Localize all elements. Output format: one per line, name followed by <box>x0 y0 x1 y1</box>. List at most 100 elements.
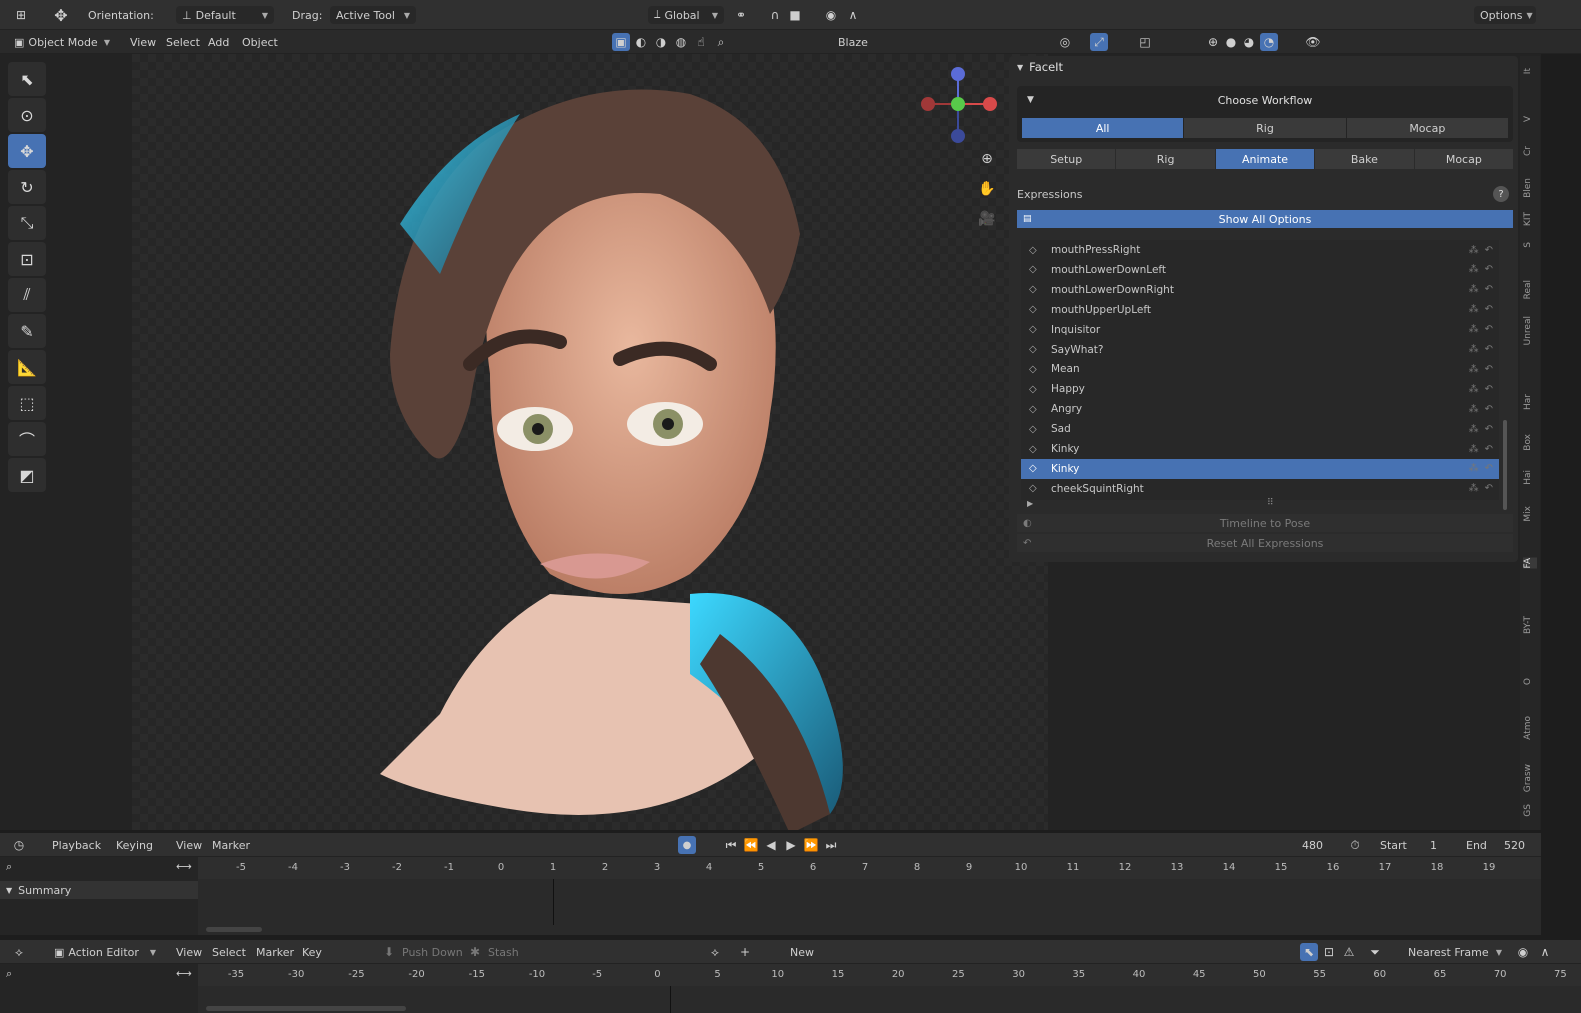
reset-expression-icon[interactable]: ↶ <box>1485 483 1493 494</box>
menu-timeline-view[interactable]: View <box>176 839 202 852</box>
expression-row[interactable]: ◇ mouthLowerDownLeft ⁂ ↶ <box>1021 260 1499 280</box>
reset-expression-icon[interactable]: ↶ <box>1485 463 1493 474</box>
xray-icon[interactable]: ◰ <box>1136 33 1154 51</box>
jump-start-icon[interactable]: ⏮ <box>722 836 740 854</box>
expression-row[interactable]: ◇ Sad ⁂ ↶ <box>1021 419 1499 439</box>
menu-playback[interactable]: Playback <box>52 839 101 852</box>
sidebar-tab[interactable]: V <box>1523 116 1537 122</box>
action-browse-icon[interactable]: ⟡ <box>706 943 724 961</box>
rendered-shading-icon[interactable]: ◔ <box>1260 33 1278 51</box>
list-expand-triangle-icon[interactable]: ▶ <box>1027 499 1033 508</box>
navigation-gizmo[interactable] <box>918 62 1002 146</box>
expression-row[interactable]: ◇ Kinky ⁂ ↶ <box>1021 458 1499 479</box>
animate-expression-icon[interactable]: ⁂ <box>1469 463 1479 474</box>
transform-tool-icon[interactable]: ⊡ <box>8 242 46 276</box>
animate-expression-icon[interactable]: ⁂ <box>1469 404 1479 415</box>
falloff-icon[interactable]: ∧ <box>1536 943 1554 961</box>
dopesheet-editor-icon[interactable]: ⟡ <box>10 943 28 961</box>
workflow-tab-mocap[interactable]: Mocap <box>1346 118 1508 138</box>
next-key-icon[interactable]: ⏩ <box>802 836 820 854</box>
measure-tool-icon[interactable]: 📐 <box>8 350 46 384</box>
swap-arrows-icon[interactable]: ⟷ <box>176 967 192 980</box>
tab-setup[interactable]: Setup <box>1017 149 1116 169</box>
reset-expression-icon[interactable]: ↶ <box>1485 444 1493 455</box>
cursor-tool-icon[interactable]: ⊙ <box>8 98 46 132</box>
sidebar-tab[interactable]: Har <box>1523 394 1537 410</box>
summary-row[interactable]: ▼ Summary <box>0 881 198 899</box>
eye-icon[interactable]: 👁 <box>1304 33 1322 51</box>
menu-ae-marker[interactable]: Marker <box>256 946 294 959</box>
new-action-button[interactable]: New <box>790 946 814 959</box>
sidebar-tab[interactable]: FA <box>1523 558 1537 569</box>
proportional-edit-icon[interactable]: ◉ <box>822 6 840 24</box>
reset-expression-icon[interactable]: ↶ <box>1485 245 1493 256</box>
push-down-icon[interactable]: ⬇ <box>380 943 398 961</box>
menu-ae-select[interactable]: Select <box>212 946 246 959</box>
sidebar-tab[interactable]: It <box>1523 68 1537 74</box>
select-box-icon[interactable]: ▣ <box>612 33 630 51</box>
snap-mode-dropdown[interactable]: Nearest Frame ▼ <box>1402 943 1508 961</box>
tab-mocap[interactable]: Mocap <box>1414 149 1514 169</box>
rotate-tool-icon[interactable]: ↻ <box>8 170 46 204</box>
sidebar-tab[interactable]: KIT <box>1523 212 1537 226</box>
wireframe-shading-icon[interactable]: ⊕ <box>1204 33 1222 51</box>
reset-expression-icon[interactable]: ↶ <box>1485 304 1493 315</box>
workflow-tab-all[interactable]: All <box>1022 118 1184 138</box>
reset-expression-icon[interactable]: ↶ <box>1485 424 1493 435</box>
reset-expression-icon[interactable]: ↶ <box>1485 324 1493 335</box>
list-resize-grip-icon[interactable]: ⠿ <box>1267 498 1274 508</box>
sidebar-tab[interactable]: GS <box>1523 804 1537 817</box>
brush-name[interactable]: Blaze <box>838 36 868 49</box>
reset-all-button[interactable]: ↶ Reset All Expressions <box>1017 534 1513 552</box>
expression-row[interactable]: ◇ Happy ⁂ ↶ <box>1021 379 1499 399</box>
smooth-brush-icon[interactable]: ◍ <box>672 33 690 51</box>
reset-expression-icon[interactable]: ↶ <box>1485 364 1493 375</box>
draw-tool-icon[interactable]: ✎ <box>8 314 46 348</box>
expression-row[interactable]: ◇ mouthLowerDownRight ⁂ ↶ <box>1021 280 1499 300</box>
expression-row[interactable]: ◇ mouthUpperUpLeft ⁂ ↶ <box>1021 300 1499 320</box>
menu-ae-key[interactable]: Key <box>302 946 322 959</box>
timeline-editor-icon[interactable]: ◷ <box>10 836 28 854</box>
jump-end-icon[interactable]: ⏭ <box>822 836 840 854</box>
sidebar-tab[interactable]: Grasw <box>1523 764 1537 792</box>
current-frame[interactable]: 480 <box>1302 839 1323 852</box>
sidebar-tab[interactable]: O <box>1523 678 1537 685</box>
reset-expression-icon[interactable]: ↶ <box>1485 384 1493 395</box>
animate-expression-icon[interactable]: ⁂ <box>1469 444 1479 455</box>
summary-toggle-icon[interactable]: ⊡ <box>1320 943 1338 961</box>
solid-shading-icon[interactable]: ● <box>1222 33 1240 51</box>
expression-row[interactable]: ◇ SayWhat? ⁂ ↶ <box>1021 340 1499 360</box>
menu-select[interactable]: Select <box>166 36 200 49</box>
show-all-options-button[interactable]: ▤ Show All Options <box>1017 210 1513 228</box>
reset-expression-icon[interactable]: ↶ <box>1485 284 1493 295</box>
sidebar-tab[interactable]: Mix <box>1523 506 1537 522</box>
expression-row[interactable]: ◇ cheekSquintRight ⁂ ↶ <box>1021 479 1499 499</box>
reset-expression-icon[interactable]: ↶ <box>1485 264 1493 275</box>
timeline-to-pose-button[interactable]: ◐ Timeline to Pose <box>1017 514 1513 532</box>
move-tool-icon[interactable]: ✥ <box>8 134 46 168</box>
animate-expression-icon[interactable]: ⁂ <box>1469 344 1479 355</box>
gizmo-toggle-icon[interactable]: ⤢ <box>1090 33 1108 51</box>
tweak-tool-icon[interactable]: ⬉ <box>8 62 46 96</box>
end-frame[interactable]: 520 <box>1504 839 1525 852</box>
falloff-icon[interactable]: ∧ <box>844 6 862 24</box>
search-icon[interactable]: ⌕ <box>6 860 12 874</box>
help-icon[interactable]: ? <box>1493 186 1509 202</box>
drag-dropdown[interactable]: Active Tool ▼ <box>330 6 416 24</box>
animate-expression-icon[interactable]: ⁂ <box>1469 324 1479 335</box>
play-reverse-icon[interactable]: ◀ <box>762 836 780 854</box>
list-scrollbar[interactable] <box>1503 420 1507 510</box>
proportional-action-icon[interactable]: ◉ <box>1514 943 1532 961</box>
annotate-tool-icon[interactable]: ⫽ <box>8 278 46 312</box>
sidebar-tab[interactable]: Unreal <box>1523 316 1537 345</box>
reset-expression-icon[interactable]: ↶ <box>1485 404 1493 415</box>
menu-object[interactable]: Object <box>242 36 278 49</box>
select-only-icon[interactable]: ⬉ <box>1300 943 1318 961</box>
sidebar-tab[interactable]: Box <box>1523 434 1537 451</box>
menu-keying[interactable]: Keying <box>116 839 153 852</box>
zoom-icon[interactable]: ⊕ <box>978 150 996 168</box>
expression-row[interactable]: ◇ Mean ⁂ ↶ <box>1021 359 1499 379</box>
workflow-tab-rig[interactable]: Rig <box>1184 118 1346 138</box>
expression-row[interactable]: ◇ mouthPressRight ⁂ ↶ <box>1021 240 1499 260</box>
menu-ae-view[interactable]: View <box>176 946 202 959</box>
